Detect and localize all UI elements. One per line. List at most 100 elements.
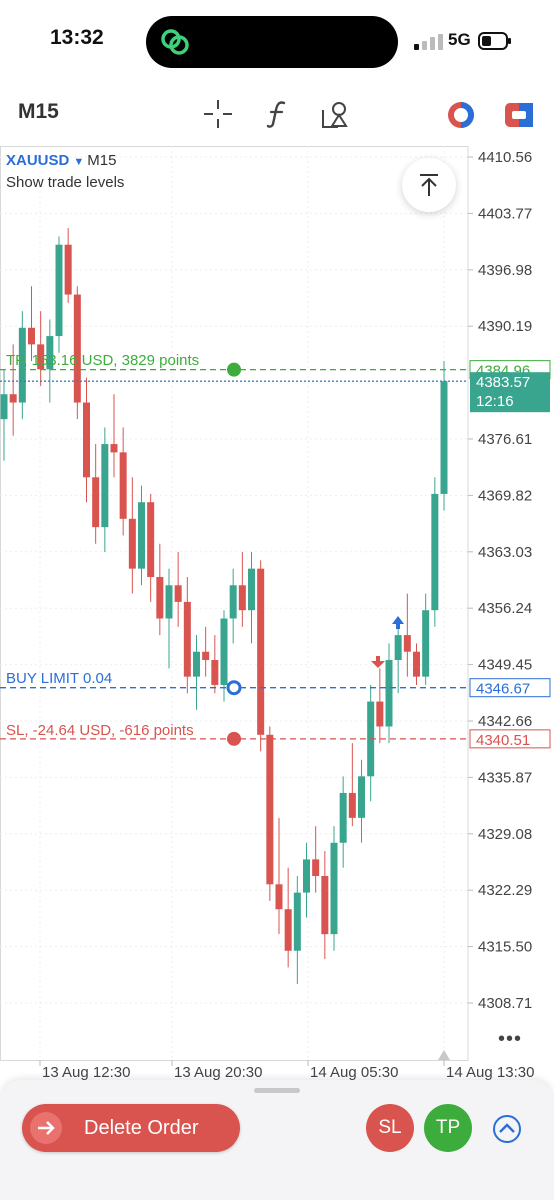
candle-body <box>174 585 182 602</box>
price-tick-label: 4329.08 <box>478 826 532 843</box>
candle <box>275 817 283 935</box>
candle-body <box>238 585 246 611</box>
candle <box>257 560 265 752</box>
chart-timeframe: M15 <box>87 152 117 169</box>
price-tick-label: 4396.98 <box>478 262 532 279</box>
candle-body <box>330 842 338 935</box>
price-tick-label: 4335.87 <box>478 769 532 786</box>
candle-body <box>92 477 100 528</box>
more-icon[interactable]: ••• <box>498 1028 522 1051</box>
price-tick-label: 4308.71 <box>478 995 532 1012</box>
buy-limit-label[interactable]: BUY LIMIT 0.04 <box>6 670 112 687</box>
candle <box>248 552 255 644</box>
sheet-handle[interactable] <box>254 1088 300 1093</box>
candle-body <box>284 909 292 951</box>
candle-body <box>0 394 8 420</box>
candle <box>202 626 210 677</box>
candle <box>92 444 100 544</box>
candle <box>413 643 420 685</box>
candle <box>358 759 365 843</box>
price-tick-label: 4349.45 <box>478 657 532 674</box>
candle <box>211 635 219 694</box>
price-tick-label: 4363.03 <box>478 544 532 561</box>
candle-body <box>9 394 17 403</box>
candle-body <box>64 244 72 295</box>
candle <box>119 427 127 536</box>
candle <box>55 236 63 353</box>
candle-body <box>385 660 393 727</box>
candle-body <box>229 585 237 619</box>
candle-body <box>312 859 320 876</box>
candle <box>101 427 109 553</box>
sl-drag-handle <box>227 731 241 746</box>
price-tick-label: 4322.29 <box>478 882 532 899</box>
candle-body <box>248 568 255 611</box>
candle <box>174 552 182 627</box>
candle <box>0 369 8 461</box>
buy-price-tag-text: 4346.67 <box>476 681 530 698</box>
price-tick-label: 4342.66 <box>478 713 532 730</box>
price-tick-label: 4376.61 <box>478 431 532 448</box>
time-tick-label: 14 Aug 13:30 <box>446 1064 534 1080</box>
candle <box>193 635 200 710</box>
candle <box>284 867 292 968</box>
candle-body <box>147 502 155 577</box>
buy-drag-handle <box>226 680 242 696</box>
price-tick-label: 4315.50 <box>478 939 532 956</box>
candle <box>238 552 246 627</box>
candle <box>403 593 411 677</box>
candle <box>422 593 430 685</box>
price-tick-label: 4403.77 <box>478 205 532 222</box>
candle <box>37 311 45 386</box>
price-tick-label: 4410.56 <box>478 149 532 166</box>
sell-arrow-icon <box>371 656 385 668</box>
arrow-up-bar-icon <box>420 174 438 196</box>
candle <box>83 377 90 503</box>
candle-body <box>138 502 145 569</box>
tp-drag-handle <box>227 362 241 377</box>
candle-body <box>321 875 329 935</box>
scroll-to-top-button[interactable] <box>402 158 456 212</box>
candle <box>64 228 72 303</box>
candle-body <box>128 518 136 569</box>
candle-body <box>257 568 265 735</box>
candle <box>385 643 393 744</box>
candle-body <box>275 884 283 910</box>
candle-body <box>339 792 347 843</box>
candle-body <box>266 734 274 885</box>
candle-body <box>440 381 448 494</box>
time-tick-label: 13 Aug 20:30 <box>174 1064 262 1080</box>
scroll-end-icon <box>438 1050 450 1060</box>
delete-order-label: Delete Order <box>84 1117 199 1139</box>
sl-button[interactable]: SL <box>366 1104 414 1152</box>
candle <box>330 826 338 951</box>
candle-body <box>403 635 411 652</box>
candle-body <box>55 244 63 337</box>
symbol-selector[interactable]: XAUUSD ▼ M15 <box>6 152 116 169</box>
price-tick-label: 4390.19 <box>478 318 532 335</box>
candle <box>431 477 439 627</box>
candle <box>110 394 118 478</box>
show-trade-levels[interactable]: Show trade levels <box>6 174 124 191</box>
tp-button[interactable]: TP <box>424 1104 472 1152</box>
caret-down-icon[interactable]: ▼ <box>73 156 84 168</box>
candle-body <box>193 651 200 677</box>
current-price-text: 4383.57 <box>476 374 530 391</box>
countdown-text: 12:16 <box>476 393 514 410</box>
candle <box>348 743 356 827</box>
candle-body <box>156 576 164 619</box>
sl-level-label[interactable]: SL, -24.64 USD, -616 points <box>6 722 194 739</box>
candle <box>165 568 173 669</box>
candle-body <box>202 651 210 661</box>
tp-level-label[interactable]: TP, 153.16 USD, 3829 points <box>6 352 199 369</box>
time-tick-label: 14 Aug 05:30 <box>310 1064 398 1080</box>
candle <box>128 477 136 594</box>
candle <box>367 684 375 802</box>
symbol-name[interactable]: XAUUSD <box>6 152 69 169</box>
candle <box>28 286 35 362</box>
candle <box>156 543 164 636</box>
time-tick-label: 13 Aug 12:30 <box>42 1064 130 1080</box>
chevron-up-icon[interactable] <box>492 1114 522 1144</box>
delete-order-button[interactable]: Delete Order <box>22 1104 240 1152</box>
candle <box>303 842 310 918</box>
